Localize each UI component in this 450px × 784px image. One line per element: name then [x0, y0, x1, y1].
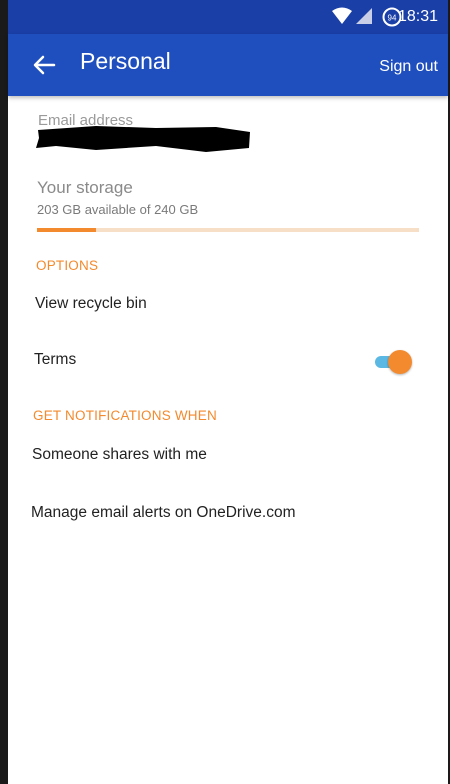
shares-notification-label: Someone shares with me — [32, 446, 207, 463]
toggle-thumb — [388, 350, 412, 374]
terms-item[interactable]: Terms — [34, 351, 76, 369]
storage-progress-fill — [37, 228, 96, 232]
battery-level: 94 — [388, 14, 397, 23]
storage-progress-bar — [37, 228, 419, 232]
back-arrow-icon[interactable] — [30, 51, 58, 79]
view-recycle-bin-item[interactable]: View recycle bin — [35, 295, 147, 313]
redacted-email — [36, 126, 250, 152]
shares-notification-toggle[interactable] — [373, 349, 417, 375]
status-bar: 94 18:31 — [8, 0, 448, 34]
wifi-icon — [332, 7, 352, 24]
cell-signal-icon — [356, 8, 372, 24]
storage-title: Your storage — [37, 178, 133, 197]
storage-summary: 203 GB available of 240 GB — [37, 202, 199, 217]
phone-screen: 94 18:31 Personal Sign out Email address… — [8, 0, 448, 784]
manage-email-alerts-link[interactable]: Manage email alerts on OneDrive.com — [31, 504, 295, 522]
app-bar: Personal Sign out — [8, 34, 448, 96]
options-header: OPTIONS — [36, 258, 99, 273]
notifications-header: GET NOTIFICATIONS WHEN — [33, 408, 217, 423]
status-time: 18:31 — [397, 8, 438, 25]
page-title: Personal — [80, 48, 171, 74]
sign-out-button[interactable]: Sign out — [379, 58, 438, 76]
